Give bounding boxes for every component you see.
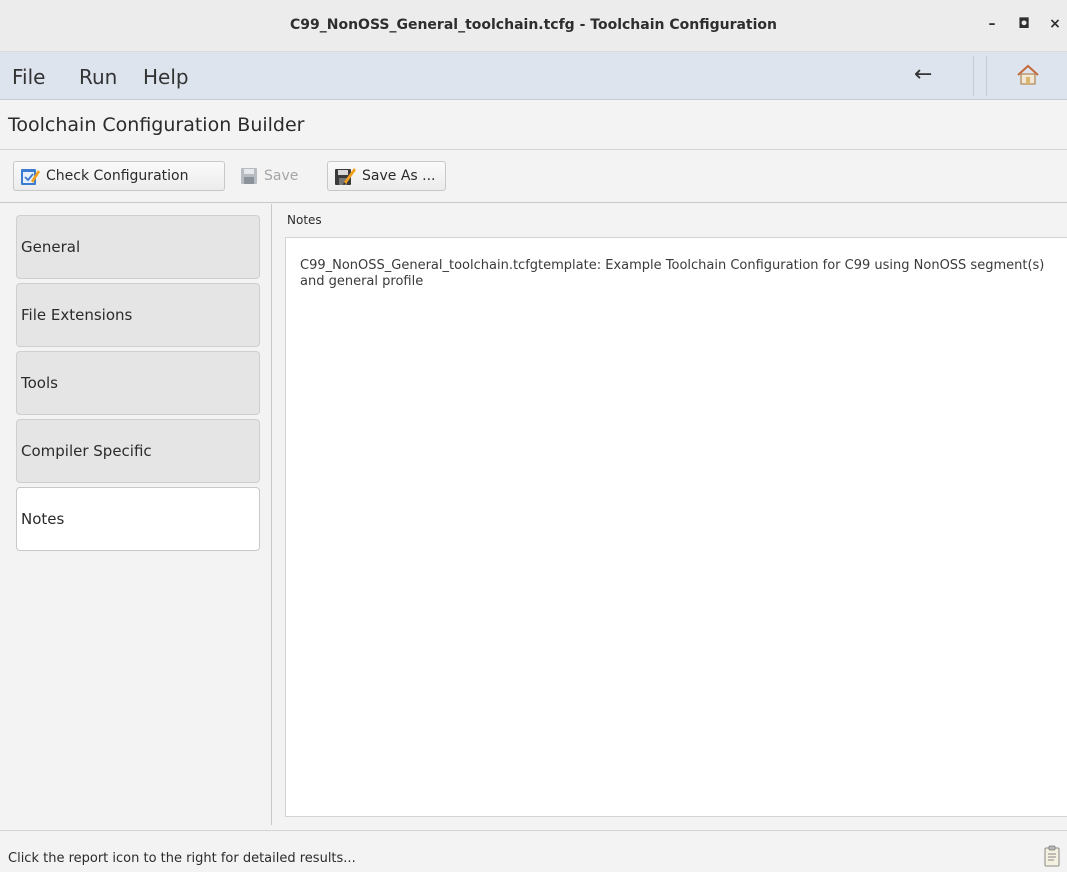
sidebar-item-label: File Extensions bbox=[21, 306, 133, 324]
page-title: Toolchain Configuration Builder bbox=[8, 114, 305, 136]
sidebar-item-label: Compiler Specific bbox=[21, 442, 152, 460]
back-arrow-icon[interactable]: ← bbox=[914, 62, 932, 87]
save-button[interactable]: Save bbox=[233, 161, 323, 191]
status-bar: Click the report icon to the right for d… bbox=[0, 830, 1067, 872]
close-button[interactable]: × bbox=[1045, 14, 1065, 34]
notes-panel: Notes C99_NonOSS_General_toolchain.tcfgt… bbox=[271, 204, 1067, 825]
sidebar-item-compiler-specific[interactable]: Compiler Specific bbox=[16, 419, 260, 483]
menu-file[interactable]: File bbox=[12, 65, 45, 89]
menu-bar: File Run Help ← bbox=[0, 52, 1067, 100]
clipboard-icon[interactable] bbox=[1044, 845, 1060, 867]
sidebar-item-general[interactable]: General bbox=[16, 215, 260, 279]
home-icon[interactable] bbox=[1016, 64, 1040, 86]
maximize-button[interactable]: ◘ bbox=[1014, 14, 1034, 34]
save-label: Save bbox=[264, 168, 299, 184]
notes-section-label: Notes bbox=[287, 213, 322, 227]
save-icon bbox=[241, 168, 257, 184]
notes-textarea[interactable]: C99_NonOSS_General_toolchain.tcfgtemplat… bbox=[285, 237, 1067, 817]
save-as-icon bbox=[335, 168, 356, 185]
minimize-button[interactable]: – bbox=[982, 14, 1002, 34]
check-configuration-label: Check Configuration bbox=[46, 168, 189, 184]
sidebar-item-label: Notes bbox=[21, 510, 65, 528]
sidebar-item-tools[interactable]: Tools bbox=[16, 351, 260, 415]
menu-run[interactable]: Run bbox=[79, 65, 117, 89]
sidebar-item-notes[interactable]: Notes bbox=[16, 487, 260, 551]
sidebar: General File Extensions Tools Compiler S… bbox=[0, 204, 271, 825]
check-configuration-button[interactable]: Check Configuration bbox=[13, 161, 225, 191]
status-text: Click the report icon to the right for d… bbox=[8, 851, 356, 866]
toolbar: Check Configuration Save Save As ... bbox=[0, 151, 1067, 203]
menu-help[interactable]: Help bbox=[143, 65, 189, 89]
save-as-button[interactable]: Save As ... bbox=[327, 161, 446, 191]
check-configuration-icon bbox=[21, 169, 40, 185]
menubar-separator bbox=[973, 56, 987, 96]
window-title: C99_NonOSS_General_toolchain.tcfg - Tool… bbox=[289, 17, 777, 33]
sidebar-item-file-extensions[interactable]: File Extensions bbox=[16, 283, 260, 347]
save-as-label: Save As ... bbox=[362, 168, 436, 184]
builder-header: Toolchain Configuration Builder bbox=[0, 100, 1067, 150]
sidebar-item-label: General bbox=[21, 238, 81, 256]
sidebar-item-label: Tools bbox=[21, 374, 58, 392]
window-titlebar: C99_NonOSS_General_toolchain.tcfg - Tool… bbox=[0, 0, 1067, 52]
